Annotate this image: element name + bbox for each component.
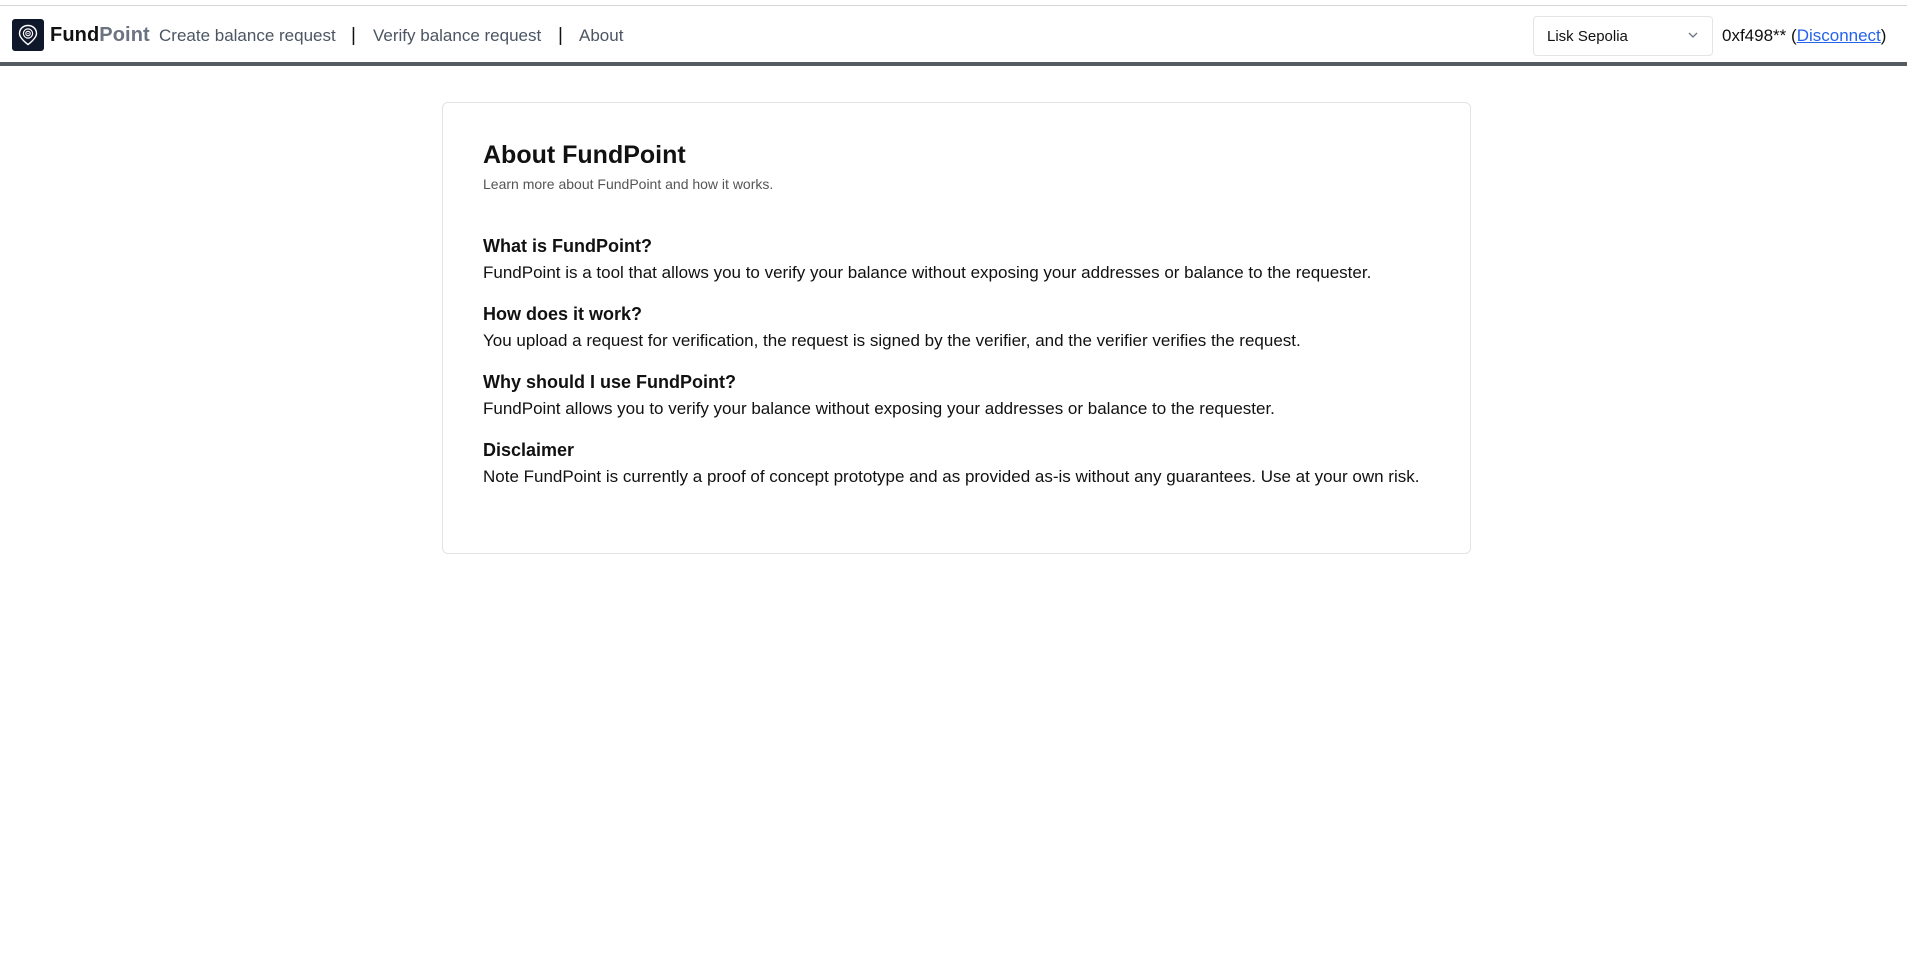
section-body-disclaimer: Note FundPoint is currently a proof of c… [483,467,1420,486]
about-card: About FundPoint Learn more about FundPoi… [442,102,1471,554]
brand-name: FundPoint [50,24,150,47]
section-heading-why: Why should I use FundPoint? [483,372,736,392]
section-heading-disclaimer: Disclaimer [483,440,575,460]
nav-separator: | [558,25,563,46]
brand-name-fund: Fund [50,23,100,46]
nav-separator: | [351,25,356,46]
section-heading-how: How does it work? [483,304,643,324]
section-heading-what: What is FundPoint? [483,236,652,256]
network-select[interactable]: Lisk Sepolia [1533,16,1713,56]
nav-link-create-balance-request[interactable]: Create balance request [159,26,336,46]
chevron-down-icon [1688,32,1698,38]
nav-link-verify-balance-request[interactable]: Verify balance request [373,26,541,46]
brand-name-point: Point [99,23,150,46]
brand-logo-link[interactable]: FundPoint [12,19,150,51]
section-body-why: FundPoint allows you to verify your bala… [483,399,1275,418]
network-select-value: Lisk Sepolia [1547,27,1628,45]
nav-link-about[interactable]: About [579,26,623,46]
section-body-what: FundPoint is a tool that allows you to v… [483,263,1372,282]
disconnect-link[interactable]: Disconnect [1797,26,1881,45]
section-body-how: You upload a request for verification, t… [483,331,1301,350]
page-title: About FundPoint [483,141,686,169]
account-status: 0xf498** (Disconnect) [1722,26,1886,46]
page-subtitle: Learn more about FundPoint and how it wo… [483,176,774,192]
paren-close: ) [1880,26,1887,45]
wallet-address: 0xf498** [1722,26,1787,45]
top-navbar: FundPoint Create balance request | Verif… [0,6,1907,66]
map-pin-target-icon [12,19,44,51]
